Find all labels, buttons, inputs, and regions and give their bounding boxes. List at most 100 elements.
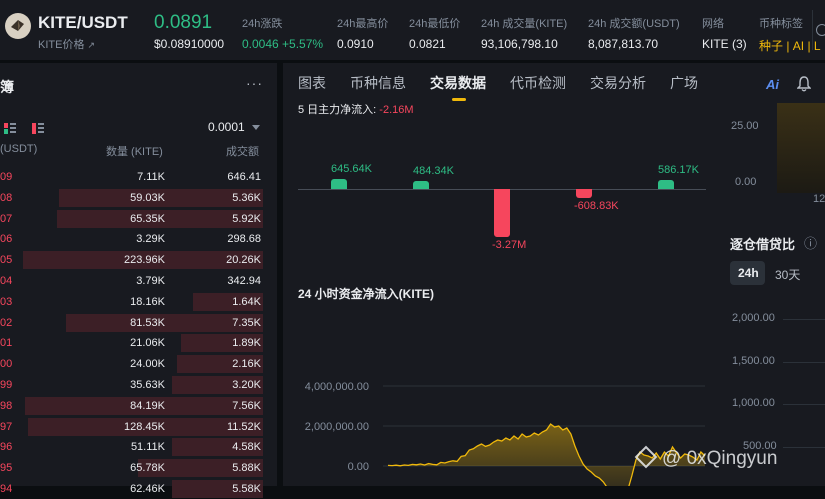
stat-label-0: 24h涨跌 <box>242 18 283 30</box>
ask-qty: 51.11K <box>130 441 165 454</box>
inflow-5d-bar-label: 645.64K <box>331 163 372 175</box>
ask-total: 1.64K <box>232 295 261 308</box>
ask-total: 342.94 <box>227 275 261 287</box>
ai-assistant-icon[interactable]: Ai <box>766 77 779 92</box>
inflow-5d-title: 5 日主力净流入: -2.16M <box>298 101 414 117</box>
ask-total: 5.92K <box>232 212 261 225</box>
ask-row[interactable]: 02 81.53K 7.35K <box>0 313 277 333</box>
ratio-y-tick: 1,000.00 <box>732 397 775 409</box>
watermark: @ 0xQingyun <box>634 445 778 470</box>
side-top-tick-1: 0.00 <box>735 176 757 188</box>
ask-total: 646.41 <box>227 171 261 183</box>
inflow-5d-bar-label: -608.83K <box>574 199 619 212</box>
ask-qty: 18.16K <box>130 295 165 308</box>
ask-row[interactable]: 96 51.11K 4.58K <box>0 437 277 457</box>
precision-select[interactable]: 0.0001 <box>208 120 261 134</box>
ask-row[interactable]: 95 65.78K 5.88K <box>0 458 277 478</box>
ask-qty: 7.11K <box>137 171 165 183</box>
ask-row[interactable]: 03 18.16K 1.64K <box>0 292 277 312</box>
inflow-5d-bar <box>413 181 429 189</box>
ask-row[interactable]: 09 7.11K 646.41 <box>0 167 277 187</box>
order-book-title: 簿 <box>0 79 14 95</box>
info-icon[interactable]: ⓘ <box>804 233 817 252</box>
binance-square-icon <box>634 445 658 469</box>
book-both-view-icon[interactable] <box>4 121 16 134</box>
more-options-icon[interactable]: ··· <box>246 75 263 91</box>
tab-3[interactable]: 代币检测 <box>510 73 566 93</box>
ask-row[interactable]: 08 59.03K 5.36K <box>0 188 277 208</box>
ask-row[interactable]: 01 21.06K 1.89K <box>0 333 277 353</box>
y-tick-label: 0.00 <box>348 461 369 473</box>
inflow-5d-label: 5 日主力净流入: <box>298 104 380 116</box>
inflow-5d-value: -2.16M <box>379 104 414 116</box>
ask-row[interactable]: 00 24.00K 2.16K <box>0 354 277 374</box>
side-top-chart <box>777 103 825 193</box>
side-top-tick-0: 25.00 <box>731 120 759 132</box>
tab-1[interactable]: 币种信息 <box>350 73 406 93</box>
book-asks-view-icon[interactable] <box>32 121 44 134</box>
ask-row[interactable]: 06 3.29K 298.68 <box>0 229 277 249</box>
last-price-usd: $0.08910000 <box>154 37 225 51</box>
col-price-header: (USDT) <box>0 143 38 155</box>
ask-qty: 24.00K <box>130 358 165 371</box>
ask-row[interactable]: 99 35.63K 3.20K <box>0 375 277 395</box>
stat-label-6: 币种标签 <box>759 18 803 30</box>
ask-price: 99 <box>0 379 13 391</box>
ask-total: 7.56K <box>232 399 261 412</box>
inflow-5d-bar <box>331 179 347 189</box>
ask-row[interactable]: 94 62.46K 5.58K <box>0 479 277 499</box>
ratio-tab-30d[interactable]: 30天 <box>775 266 800 283</box>
watermark-text: @ 0xQingyun <box>662 448 778 469</box>
tab-2[interactable]: 交易数据 <box>430 73 486 93</box>
ratio-grid-line <box>783 404 825 405</box>
ask-price: 00 <box>0 358 13 371</box>
ratio-tab-24h[interactable]: 24h <box>730 261 765 285</box>
tab-0[interactable]: 图表 <box>298 73 326 93</box>
stat-label-4: 24h 成交额(USDT) <box>588 18 680 30</box>
bell-icon[interactable] <box>796 76 812 92</box>
ask-qty: 128.45K <box>124 420 165 433</box>
tab-5[interactable]: 广场 <box>670 73 698 93</box>
external-link-icon: ↗ <box>87 40 96 50</box>
price-link[interactable]: KITE价格 ↗ <box>38 36 95 52</box>
stat-value-2: 0.0821 <box>409 37 446 51</box>
inflow-5d-bar-label: 586.17K <box>658 163 699 176</box>
ratio-title: 逐仓借贷比 <box>730 237 796 252</box>
ask-total: 3.20K <box>232 379 261 391</box>
stat-value-4: 8,087,813.70 <box>588 37 659 51</box>
ask-price: 01 <box>0 337 13 350</box>
stat-value-3: 93,106,798.10 <box>481 37 558 51</box>
ratio-grid-line <box>783 446 825 448</box>
tab-4[interactable]: 交易分析 <box>590 73 646 93</box>
ask-total: 4.58K <box>232 441 261 454</box>
order-book-panel: 簿 ··· 0.0001 (USDT) 数量 (KITE) 成交额 09 7.11… <box>0 63 277 498</box>
info-circle-icon[interactable] <box>816 24 825 36</box>
ask-total: 5.88K <box>232 462 261 475</box>
ask-price: 07 <box>0 212 13 225</box>
stat-label-1: 24h最高价 <box>337 18 389 30</box>
stat-label-3: 24h 成交量(KITE) <box>481 18 568 30</box>
ask-row[interactable]: 97 128.45K 11.52K <box>0 417 277 437</box>
col-qty-header: 数量 (KITE) <box>106 146 163 158</box>
ask-total: 5.36K <box>232 191 261 204</box>
ask-total: 1.89K <box>232 337 261 350</box>
trading-data-panel: 图表 币种信息 交易数据 代币检测 交易分析 广场 Ai 5 日主力净流入: -2.16M… <box>283 63 825 486</box>
ask-row[interactable]: 98 84.19K 7.56K <box>0 396 277 416</box>
ask-qty: 59.03K <box>130 191 165 204</box>
stat-value-5[interactable]: KITE (3) <box>702 37 747 51</box>
ask-row[interactable]: 04 3.79K 342.94 <box>0 271 277 291</box>
side-top-xtick: 12 <box>813 193 825 205</box>
ask-total: 11.52K <box>226 420 261 433</box>
ask-row[interactable]: 07 65.35K 5.92K <box>0 209 277 229</box>
ask-qty: 65.35K <box>130 212 165 225</box>
ask-total: 20.26K <box>226 254 261 267</box>
col-total-header: 成交额 <box>226 146 259 158</box>
ask-price: 02 <box>0 316 13 329</box>
ask-qty: 35.63K <box>130 379 165 391</box>
stat-value-0: 0.0046 +5.57% <box>242 37 324 51</box>
ratio-tab-24h-label: 24h <box>738 266 759 280</box>
ask-row[interactable]: 05 223.96K 20.26K <box>0 250 277 270</box>
ratio-y-tick: 2,000.00 <box>732 312 775 324</box>
pair-symbol[interactable]: KITE/USDT <box>38 13 128 33</box>
ask-price: 09 <box>0 171 13 183</box>
